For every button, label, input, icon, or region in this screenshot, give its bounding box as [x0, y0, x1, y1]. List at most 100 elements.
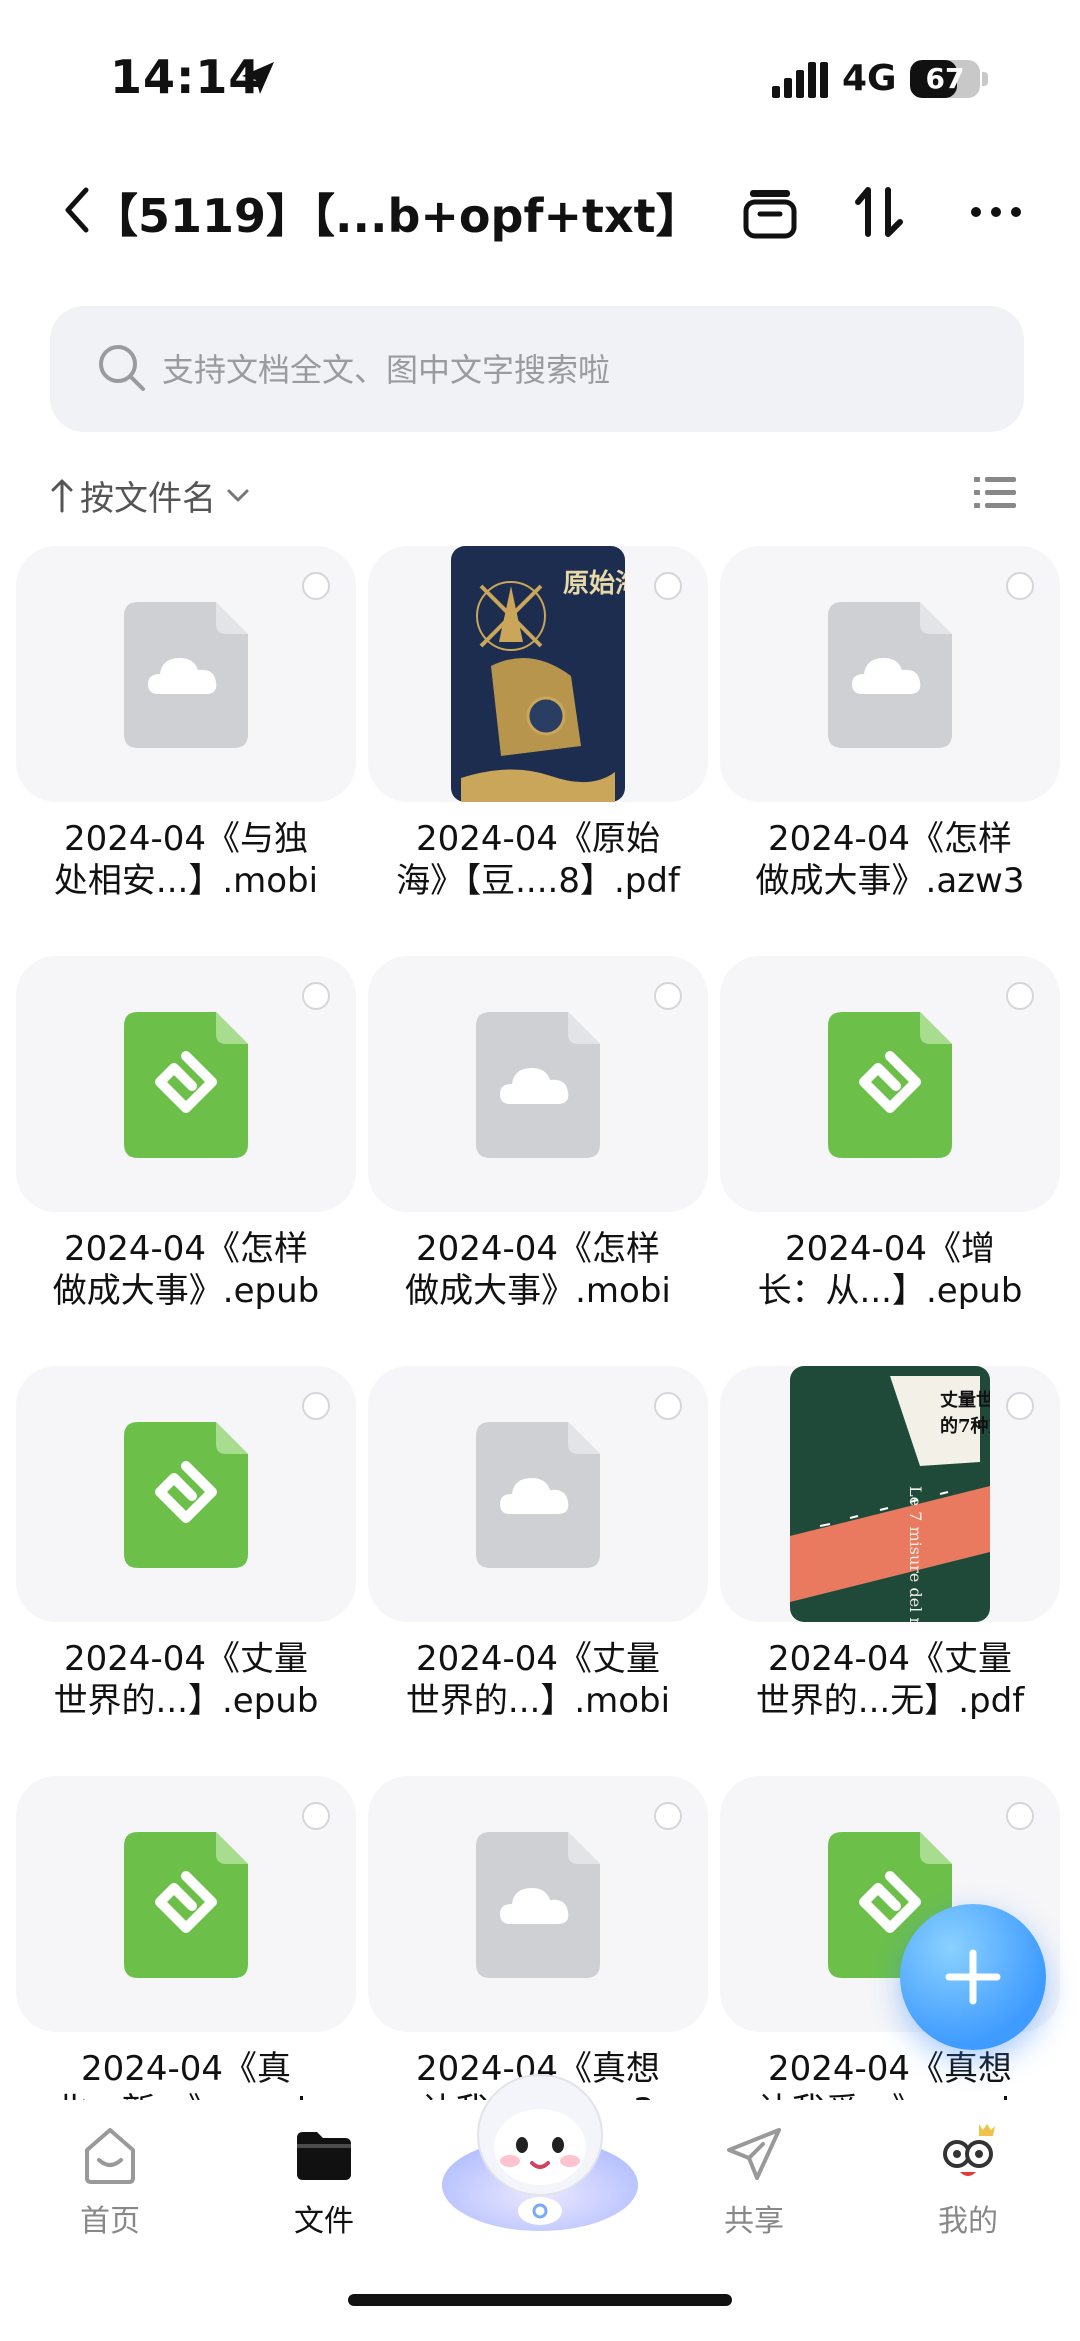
battery-nub	[982, 72, 988, 86]
file-name-line2: 世界的...】.mobi	[405, 1681, 671, 1721]
location-arrow-icon	[242, 62, 274, 94]
file-tile[interactable]: 2024-04《怎样 做成大事》.mobi	[368, 956, 708, 1316]
tab-files[interactable]: 文件	[254, 2120, 394, 2240]
file-thumbnail[interactable]	[720, 956, 1060, 1212]
epub-file-icon	[124, 1832, 248, 1978]
mascot-assistant-icon[interactable]	[440, 2065, 640, 2235]
page-title: 【5119】【...b+opf+txt】	[92, 189, 702, 243]
file-thumbnail[interactable]	[16, 546, 356, 802]
share-icon	[727, 2128, 781, 2180]
file-tile[interactable]: 2024-04《真北：新...》.epub	[16, 1776, 356, 2106]
file-tile[interactable]: 原始海 2024-04《原始海》【豆....8】.pdf	[368, 546, 708, 906]
file-thumbnail[interactable]	[720, 546, 1060, 802]
file-name-line1: 2024-04《丈量	[415, 1639, 661, 1679]
file-name: 2024-04《丈量 世界的...】.epub	[16, 1638, 356, 1722]
add-button[interactable]	[900, 1904, 1046, 2050]
file-name: 2024-04《怎样 做成大事》.mobi	[368, 1228, 708, 1312]
signal-icon	[772, 62, 828, 98]
tab-label: 首页	[80, 2204, 140, 2239]
file-tile[interactable]: 2024-04《与独 处相安...】.mobi	[16, 546, 356, 906]
file-name-line2: 长：从...】.epub	[757, 1271, 1023, 1311]
arrow-up-icon	[51, 479, 73, 513]
network-type: 4G	[842, 58, 897, 99]
book-cover-image: Le 7 misure del mondo 丈量世界的7种方式	[790, 1366, 990, 1622]
file-grid: 2024-04《与独处相安...】.mobi 原始海 2024-04《原始海》【豆.…	[16, 546, 1066, 2106]
tab-share[interactable]: 共享	[684, 2120, 824, 2240]
epub-file-icon	[124, 1422, 248, 1568]
tab-home[interactable]: 首页	[40, 2120, 180, 2240]
file-name-line2: 海》【豆....8】.pdf	[396, 861, 680, 901]
file-name-line2: 做成大事》.epub	[52, 1271, 320, 1311]
search-bar[interactable]	[50, 306, 1024, 434]
file-name-line1: 2024-04《原始	[415, 819, 661, 859]
select-checkbox[interactable]	[654, 982, 682, 1010]
sort-label: 按文件名	[80, 478, 216, 519]
cloud-file-icon	[828, 602, 952, 748]
profile-icon	[943, 2124, 995, 2176]
file-thumbnail[interactable]	[16, 956, 356, 1212]
status-bar: 14:14 4G 67	[0, 0, 1080, 150]
file-name: 2024-04《丈量 世界的...无】.pdf	[720, 1638, 1060, 1722]
book-cover-image: 原始海	[451, 546, 625, 802]
select-checkbox[interactable]	[302, 982, 330, 1010]
tab-label: 共享	[724, 2204, 784, 2239]
search-icon	[99, 345, 145, 391]
tab-profile[interactable]: 我的	[898, 2120, 1038, 2240]
cover-subtitle: Le 7 misure del mondo	[906, 1486, 925, 1622]
file-thumbnail[interactable]: Le 7 misure del mondo 丈量世界的7种方式	[720, 1366, 1060, 1622]
cover-title: 丈量世界	[940, 1389, 990, 1411]
file-tile[interactable]: 2024-04《怎样 做成大事》.azw3	[720, 546, 1060, 906]
file-thumbnail[interactable]	[368, 1366, 708, 1622]
more-options-icon[interactable]	[964, 180, 1028, 244]
file-name: 2024-04《丈量 世界的...】.mobi	[368, 1638, 708, 1722]
select-checkbox[interactable]	[1006, 1802, 1034, 1830]
select-checkbox[interactable]	[1006, 1392, 1034, 1420]
search-input[interactable]	[160, 306, 984, 434]
file-name-line1: 2024-04《怎样	[767, 819, 1013, 859]
select-checkbox[interactable]	[1006, 572, 1034, 600]
cover-title: 原始海	[563, 569, 625, 599]
select-checkbox[interactable]	[654, 572, 682, 600]
list-view-icon[interactable]	[972, 470, 1018, 516]
battery-percent: 67	[925, 62, 965, 95]
file-tile[interactable]: Le 7 misure del mondo 丈量世界的7种方式 2024-04《丈量…	[720, 1366, 1060, 1726]
file-name: 2024-04《增 长：从...】.epub	[720, 1228, 1060, 1312]
file-tile[interactable]: 2024-04《怎样 做成大事》.epub	[16, 956, 356, 1316]
sort-toggle-icon[interactable]	[848, 180, 912, 244]
epub-file-icon	[124, 1012, 248, 1158]
select-checkbox[interactable]	[302, 1392, 330, 1420]
file-tile[interactable]: 2024-04《丈量 世界的...】.epub	[16, 1366, 356, 1726]
nav-bar: 【5119】【...b+opf+txt】	[0, 160, 1080, 260]
file-tile[interactable]: 2024-04《真想让我...】.azw3	[368, 1776, 708, 2106]
select-checkbox[interactable]	[302, 572, 330, 600]
file-name: 2024-04《怎样 做成大事》.azw3	[720, 818, 1060, 902]
select-checkbox[interactable]	[654, 1802, 682, 1830]
select-checkbox[interactable]	[654, 1392, 682, 1420]
file-name: 2024-04《原始 海》【豆....8】.pdf	[368, 818, 708, 902]
file-name: 2024-04《与独 处相安...】.mobi	[16, 818, 356, 902]
file-thumbnail[interactable]: 原始海	[368, 546, 708, 802]
folder-icon	[297, 2132, 351, 2180]
file-name-line2: 世界的...】.epub	[53, 1681, 319, 1721]
file-thumbnail[interactable]	[16, 1366, 356, 1622]
file-thumbnail[interactable]	[368, 956, 708, 1212]
file-tile[interactable]: 2024-04《丈量 世界的...】.mobi	[368, 1366, 708, 1726]
select-checkbox[interactable]	[1006, 982, 1034, 1010]
sort-selector[interactable]: 按文件名	[50, 470, 252, 520]
cloud-file-icon	[124, 602, 248, 748]
file-name-line2: 做成大事》.mobi	[405, 1271, 671, 1311]
plus-icon	[945, 1949, 1001, 2005]
tab-label: 我的	[938, 2204, 998, 2239]
file-name: 2024-04《怎样 做成大事》.epub	[16, 1228, 356, 1312]
chevron-down-icon	[227, 489, 249, 502]
battery-indicator: 67	[910, 60, 980, 98]
archive-icon[interactable]	[738, 180, 802, 244]
file-thumbnail[interactable]	[16, 1776, 356, 2032]
select-checkbox[interactable]	[302, 1802, 330, 1830]
file-thumbnail[interactable]	[368, 1776, 708, 2032]
file-name-line1: 2024-04《与独	[63, 819, 309, 859]
file-tile[interactable]: 2024-04《增 长：从...】.epub	[720, 956, 1060, 1316]
file-name-line1: 2024-04《丈量	[63, 1639, 309, 1679]
file-name-line1: 2024-04《丈量	[767, 1639, 1013, 1679]
file-name-line1: 2024-04《怎样	[415, 1229, 661, 1269]
